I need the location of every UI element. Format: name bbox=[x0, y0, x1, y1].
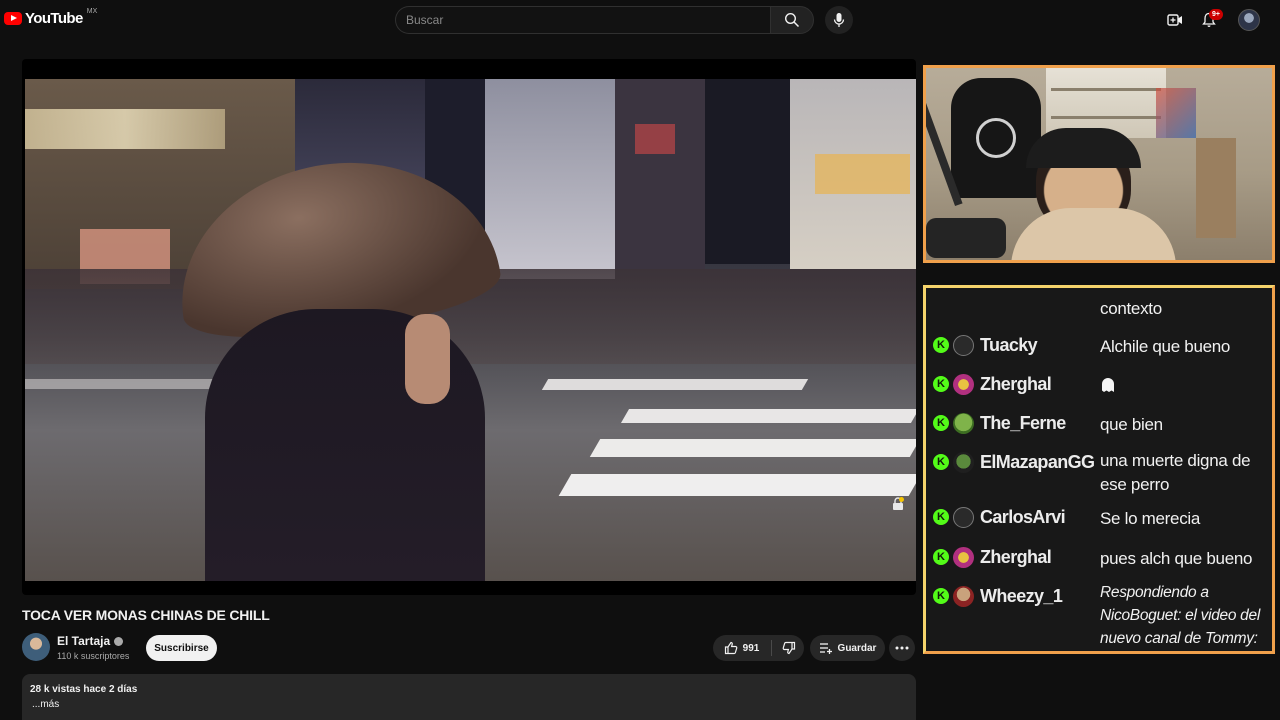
lock-icon bbox=[893, 497, 904, 510]
channel-name-text[interactable]: El Tartaja bbox=[57, 634, 110, 648]
create-video-icon bbox=[1167, 14, 1182, 26]
like-count: 991 bbox=[742, 642, 760, 654]
ghost-emote-icon bbox=[1102, 378, 1114, 392]
kick-badge-icon: K bbox=[933, 415, 949, 431]
chat-username[interactable]: Zherghal bbox=[980, 547, 1052, 568]
save-button[interactable]: Guardar bbox=[810, 635, 885, 661]
kick-badge-icon: K bbox=[933, 454, 949, 470]
chat-username[interactable]: Wheezy_1 bbox=[980, 586, 1063, 607]
voice-search-button[interactable] bbox=[825, 6, 853, 34]
chat-text: que bien bbox=[1100, 415, 1163, 434]
country-code: MX bbox=[86, 8, 98, 15]
more-actions-button[interactable] bbox=[889, 635, 915, 661]
search-icon bbox=[784, 12, 800, 28]
account-avatar[interactable] bbox=[1238, 9, 1260, 31]
channel-avatar[interactable] bbox=[22, 633, 50, 661]
kick-badge-icon: K bbox=[933, 509, 949, 525]
user-avatar bbox=[953, 586, 974, 607]
kick-badge-icon: K bbox=[933, 337, 949, 353]
youtube-logo[interactable]: YouTube MX bbox=[4, 8, 98, 27]
kick-badge-icon: K bbox=[933, 549, 949, 565]
thumbs-up-icon bbox=[724, 641, 738, 655]
chat-username[interactable]: ElMazapanGG bbox=[980, 452, 1095, 473]
chat-text: Alchile que bueno bbox=[1100, 337, 1231, 356]
subscribe-button[interactable]: Suscribirse bbox=[146, 635, 217, 661]
show-more-link[interactable]: ...más bbox=[32, 699, 59, 710]
more-horizontal-icon bbox=[895, 646, 909, 650]
like-button[interactable]: 991 bbox=[713, 635, 770, 661]
notification-count-badge: 9+ bbox=[1209, 9, 1223, 20]
top-bar: YouTube MX 9+ bbox=[0, 0, 1280, 40]
webcam-overlay bbox=[923, 65, 1275, 263]
chat-text: pues alch que bueno bbox=[1100, 549, 1253, 568]
video-title: TOCA VER MONAS CHINAS DE CHILL bbox=[22, 607, 270, 623]
search-input[interactable] bbox=[396, 7, 770, 33]
subscriber-count: 110 k suscriptores bbox=[57, 651, 130, 661]
chat-text: Respondiendo a NicoBoguet: el video del … bbox=[1100, 584, 1260, 647]
description-box[interactable]: 28 k vistas hace 2 días ...más bbox=[22, 674, 916, 720]
chat-partial-message: contexto bbox=[1100, 299, 1162, 318]
like-divider bbox=[771, 640, 772, 656]
search-button[interactable] bbox=[770, 6, 814, 34]
playlist-add-icon bbox=[819, 643, 832, 654]
views-and-date: 28 k vistas hace 2 días bbox=[30, 684, 138, 695]
user-avatar bbox=[953, 374, 974, 395]
chat-username[interactable]: CarlosArvi bbox=[980, 507, 1066, 528]
youtube-play-icon bbox=[4, 12, 22, 25]
logo-text: YouTube bbox=[25, 10, 83, 27]
kick-badge-icon: K bbox=[933, 376, 949, 392]
default-avatar-icon bbox=[953, 507, 974, 528]
default-avatar-icon bbox=[953, 335, 974, 356]
chat-username[interactable]: The_Ferne bbox=[980, 413, 1066, 434]
thumbs-down-icon bbox=[782, 641, 795, 655]
verified-icon bbox=[114, 637, 124, 646]
user-avatar bbox=[953, 547, 974, 568]
chat-username[interactable]: Tuacky bbox=[980, 335, 1038, 356]
chat-username[interactable]: Zherghal bbox=[980, 374, 1052, 395]
chat-overlay: contexto K Tuacky Alchile que bueno K Zh… bbox=[923, 285, 1275, 654]
kick-badge-icon: K bbox=[933, 588, 949, 604]
chat-text: Se lo merecia bbox=[1100, 509, 1201, 528]
save-label: Guardar bbox=[837, 642, 877, 654]
video-frame[interactable] bbox=[25, 79, 916, 581]
chat-text: una muerte digna de ese perro bbox=[1100, 451, 1251, 494]
chat-text bbox=[1100, 374, 1272, 399]
dislike-button[interactable] bbox=[773, 635, 804, 661]
create-button[interactable] bbox=[1164, 9, 1186, 31]
search-box bbox=[395, 6, 770, 34]
like-dislike-group: 991 bbox=[713, 635, 804, 661]
pepe-avatar bbox=[953, 413, 974, 434]
video-player[interactable] bbox=[22, 59, 916, 595]
microphone-icon bbox=[833, 13, 845, 27]
user-avatar bbox=[953, 452, 974, 473]
channel-name[interactable]: El Tartaja bbox=[57, 634, 124, 648]
